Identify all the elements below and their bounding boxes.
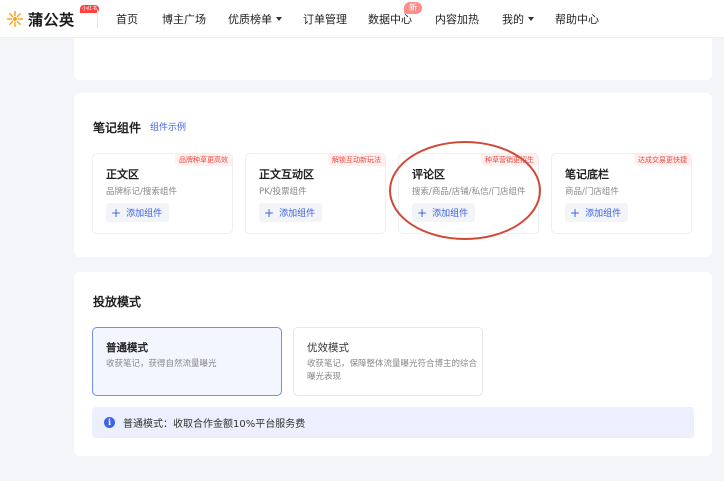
dandelion-logo-icon [6, 10, 24, 28]
plus-icon: + [570, 205, 581, 220]
tile-title: 笔记底栏 [565, 168, 609, 181]
section-title: 笔记组件 [93, 121, 142, 135]
nav-item-mine-label: 我的 [502, 13, 524, 26]
notice-text: 普通模式：收取合作金额10%平台服务费 [123, 419, 306, 430]
delivery-mode-card: 投放模式 普通模式 收获笔记，获得自然流量曝光 优效模式 收获笔记，保障整体流量… [74, 272, 712, 456]
add-component-button[interactable]: + 添加组件 [259, 203, 323, 222]
tile-desc: 品牌标记/搜索组件 [106, 187, 177, 197]
plus-icon: + [264, 205, 275, 220]
logo-text: 蒲公英 [28, 10, 75, 29]
tile-title: 正文区 [106, 168, 139, 181]
top-navigation-bar: 蒲公英 小红书 首页 博主广场 优质榜单 订单管理 数据中心 新 内容加热 我的… [0, 0, 724, 38]
tile-tag: 解锁互动新玩法 [328, 154, 385, 166]
tile-desc: 搜索/商品/店铺/私信/门店组件 [412, 187, 526, 197]
nav-item-content-boost[interactable]: 内容加热 [435, 11, 479, 27]
mode-title: 普通模式 [106, 342, 148, 354]
add-component-button[interactable]: + 添加组件 [565, 203, 629, 222]
add-component-button[interactable]: + 添加组件 [412, 203, 476, 222]
tile-title: 评论区 [412, 168, 445, 181]
component-tile-footer: 达成交易更快捷 笔记底栏 商品/门店组件 + 添加组件 [551, 153, 692, 234]
nav-item-home[interactable]: 首页 [116, 11, 138, 27]
nav-item-rankings-label: 优质榜单 [228, 13, 272, 26]
info-icon: i [104, 417, 115, 428]
nav-item-rankings[interactable]: 优质榜单 [228, 11, 282, 27]
tile-tag: 种草营销更招生 [481, 154, 538, 166]
tile-title: 正文互动区 [259, 168, 314, 181]
add-component-label: 添加组件 [432, 209, 469, 219]
nav-item-creator-square[interactable]: 博主广场 [162, 11, 206, 27]
new-badge: 新 [404, 2, 422, 14]
app-logo[interactable]: 蒲公英 小红书 [6, 5, 100, 30]
chevron-down-icon [528, 17, 534, 21]
note-components-card: 笔记组件 组件示例 品牌种草更高效 正文区 品牌标记/搜索组件 + 添加组件 解锁… [74, 93, 712, 257]
add-component-label: 添加组件 [279, 209, 316, 219]
add-component-label: 添加组件 [585, 209, 622, 219]
component-tile-body: 品牌种草更高效 正文区 品牌标记/搜索组件 + 添加组件 [92, 153, 233, 234]
mode-option-normal[interactable]: 普通模式 收获笔记，获得自然流量曝光 [92, 327, 282, 396]
nav-item-mine[interactable]: 我的 [502, 11, 534, 27]
mode-desc: 收获笔记，保障整体流量曝光符合博主的综合曝光表现 [307, 359, 478, 382]
component-tile-comments: 种草营销更招生 评论区 搜索/商品/店铺/私信/门店组件 + 添加组件 [398, 153, 539, 234]
logo-divider [97, 10, 98, 28]
tile-tag: 品牌种草更高效 [175, 154, 232, 166]
plus-icon: + [417, 205, 428, 220]
previous-section-card [74, 38, 712, 80]
component-example-link[interactable]: 组件示例 [150, 120, 186, 133]
mode-title: 优效模式 [307, 342, 349, 354]
tile-desc: PK/投票组件 [259, 187, 307, 197]
mode-desc: 收获笔记，获得自然流量曝光 [106, 359, 217, 369]
tile-tag: 达成交易更快捷 [634, 154, 691, 166]
section-title: 投放模式 [93, 295, 142, 309]
chevron-down-icon [276, 17, 282, 21]
add-component-label: 添加组件 [126, 209, 163, 219]
add-component-button[interactable]: + 添加组件 [106, 203, 170, 222]
tile-desc: 商品/门店组件 [565, 187, 619, 197]
component-tile-body-interactive: 解锁互动新玩法 正文互动区 PK/投票组件 + 添加组件 [245, 153, 386, 234]
plus-icon: + [111, 205, 122, 220]
mode-option-optimized[interactable]: 优效模式 收获笔记，保障整体流量曝光符合博主的综合曝光表现 [293, 327, 483, 396]
nav-item-orders[interactable]: 订单管理 [303, 11, 347, 27]
service-fee-notice: i 普通模式：收取合作金额10%平台服务费 [92, 407, 694, 438]
nav-item-help-center[interactable]: 帮助中心 [555, 11, 599, 27]
